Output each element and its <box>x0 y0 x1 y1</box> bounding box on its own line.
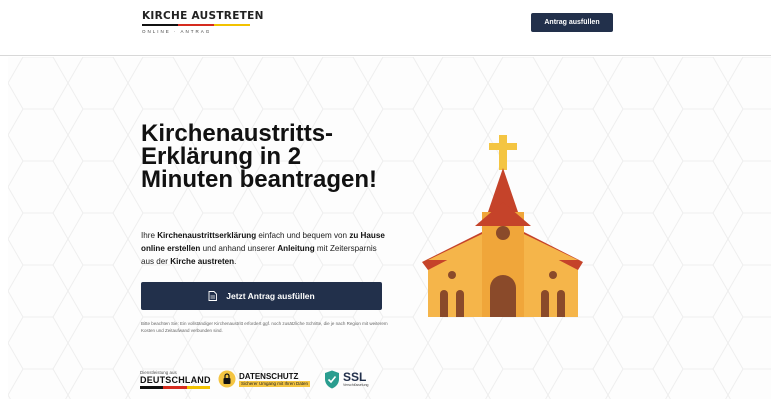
logo-flag-bar <box>142 24 250 26</box>
badge-ssl-sub: Verschlüsselung <box>343 382 369 387</box>
badge-privacy: DATENSCHUTZ Sicherer Umgang mit Ihren Da… <box>218 367 318 391</box>
logo-subtitle: ONLINE · ANTRAG <box>142 29 212 34</box>
ssl-shield-icon <box>325 370 339 388</box>
start-application-button[interactable]: Jetzt Antrag ausfüllen <box>141 282 382 310</box>
hero-section <box>8 57 771 399</box>
logo-title: KIRCHE AUSTRETEN <box>142 10 264 22</box>
badge-privacy-title: DATENSCHUTZ <box>239 371 299 381</box>
church-illustration <box>422 135 583 317</box>
privacy-lock-icon <box>218 370 236 388</box>
header-apply-button[interactable]: Antrag ausfüllen <box>531 13 613 32</box>
hero-headline: Kirchenaustritts-Erklärung in 2 Minuten … <box>141 120 378 193</box>
site-logo[interactable]: KIRCHE AUSTRETEN ONLINE · ANTRAG <box>142 10 264 35</box>
badge-germany: Dienstleistung aus DEUTSCHLAND <box>140 367 214 391</box>
legal-note: Bitte beachten Sie: Ein vollständiger Ki… <box>141 321 388 333</box>
hero-description: Ihre Kirchenaustrittserklärung einfach u… <box>141 231 385 266</box>
badge-privacy-sub: Sicherer Umgang mit Ihren Daten <box>239 380 311 387</box>
hexagon-pattern-background <box>8 57 771 399</box>
document-icon <box>208 291 218 301</box>
germany-flag-stripe <box>140 385 210 389</box>
badge-ssl-title: SSL <box>343 369 367 384</box>
badge-germany-big: DEUTSCHLAND <box>140 374 211 385</box>
start-application-label: Jetzt Antrag ausfüllen <box>226 291 315 301</box>
badge-ssl: SSL Verschlüsselung <box>324 367 380 391</box>
site-header: KIRCHE AUSTRETEN ONLINE · ANTRAG Antrag … <box>0 0 771 56</box>
